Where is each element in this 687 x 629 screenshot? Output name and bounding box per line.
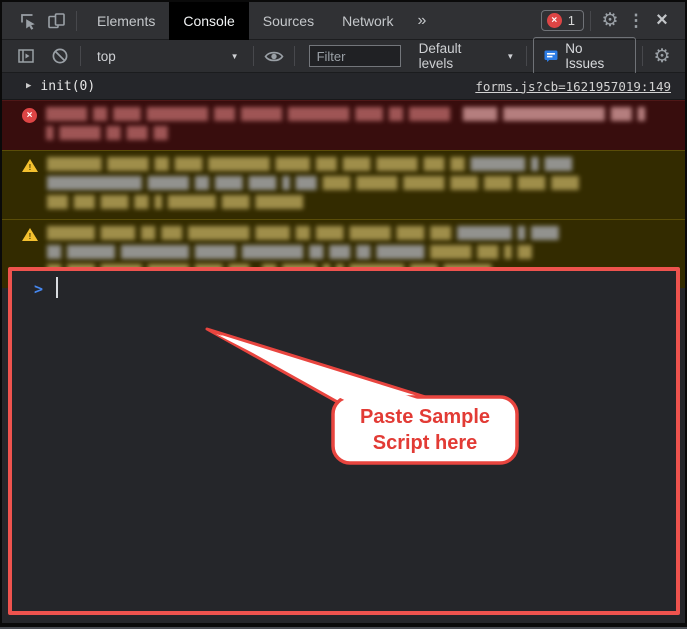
issues-label: No Issues <box>565 41 625 71</box>
context-selector[interactable]: top ▼ <box>87 49 247 64</box>
divider <box>642 46 643 66</box>
console-sidebar-icon[interactable] <box>12 43 40 69</box>
devtools-window: Elements Console Sources Network » × 1 ⚙… <box>0 0 687 629</box>
live-expression-eye-icon[interactable] <box>260 43 288 69</box>
source-location-link[interactable]: forms.js?cb=1621957019:149 <box>475 79 671 94</box>
divider <box>253 46 254 66</box>
tab-sources[interactable]: Sources <box>249 2 328 40</box>
tab-elements[interactable]: Elements <box>83 2 169 40</box>
blurred-message-text: ████████ ██████ ██ ████ █████████ █████ … <box>47 157 675 214</box>
warning-icon: ! <box>22 227 38 243</box>
chevron-down-icon: ▼ <box>231 52 239 61</box>
clear-console-icon[interactable] <box>46 43 74 69</box>
divider <box>590 11 591 31</box>
console-input-highlight-rect: > <box>8 267 680 615</box>
log-levels-value: Default levels <box>419 41 500 71</box>
error-count: 1 <box>568 13 575 28</box>
context-selector-value: top <box>97 49 116 64</box>
close-icon[interactable]: × <box>649 9 675 32</box>
console-log: ▶ init(0) forms.js?cb=1621957019:149 × ██… <box>2 73 685 288</box>
blurred-message-text: ██████ ██ ████ █████████ ███ ██████ ████… <box>46 107 675 145</box>
console-toolbar: top ▼ Default levels ▼ No Issues <box>2 40 685 73</box>
divider <box>294 46 295 66</box>
tab-network[interactable]: Network <box>328 2 407 40</box>
issues-message-icon <box>544 50 558 62</box>
device-toolbar-icon[interactable] <box>42 8 70 34</box>
console-settings-gear-icon[interactable]: ⚙ <box>649 45 675 68</box>
divider <box>526 46 527 66</box>
more-tabs-icon[interactable]: » <box>407 12 436 30</box>
settings-gear-icon[interactable]: ⚙ <box>597 9 623 32</box>
divider <box>76 11 77 31</box>
text-cursor[interactable] <box>56 277 58 298</box>
menu-dots-icon[interactable]: ⋮ <box>623 11 649 31</box>
filter-input[interactable] <box>309 45 401 67</box>
warning-icon: ! <box>22 158 38 174</box>
log-levels-dropdown[interactable]: Default levels ▼ <box>413 41 521 71</box>
console-prompt-icon: > <box>34 279 43 299</box>
tab-console[interactable]: Console <box>169 2 248 40</box>
devtools-tab-bar: Elements Console Sources Network » × 1 ⚙… <box>2 2 685 40</box>
error-count-badge[interactable]: × 1 <box>541 10 584 31</box>
console-log-messages: × ██████ ██ ████ █████████ ███ ██████ ███… <box>2 100 685 288</box>
error-icon: × <box>22 108 37 123</box>
expand-triangle-icon[interactable]: ▶ <box>26 81 31 91</box>
chevron-down-icon: ▼ <box>506 52 514 61</box>
console-message-error: × ██████ ██ ████ █████████ ███ ██████ ███… <box>2 100 685 150</box>
divider <box>80 46 81 66</box>
inspect-element-icon[interactable] <box>14 8 42 34</box>
console-log-entry: ▶ init(0) forms.js?cb=1621957019:149 <box>2 73 685 100</box>
log-entry-text: init(0) <box>40 79 95 94</box>
console-message-warning: ! ████████ ██████ ██ ████ █████████ █████… <box>2 150 685 219</box>
issues-badge[interactable]: No Issues <box>533 37 636 75</box>
error-badge-icon: × <box>547 13 562 28</box>
